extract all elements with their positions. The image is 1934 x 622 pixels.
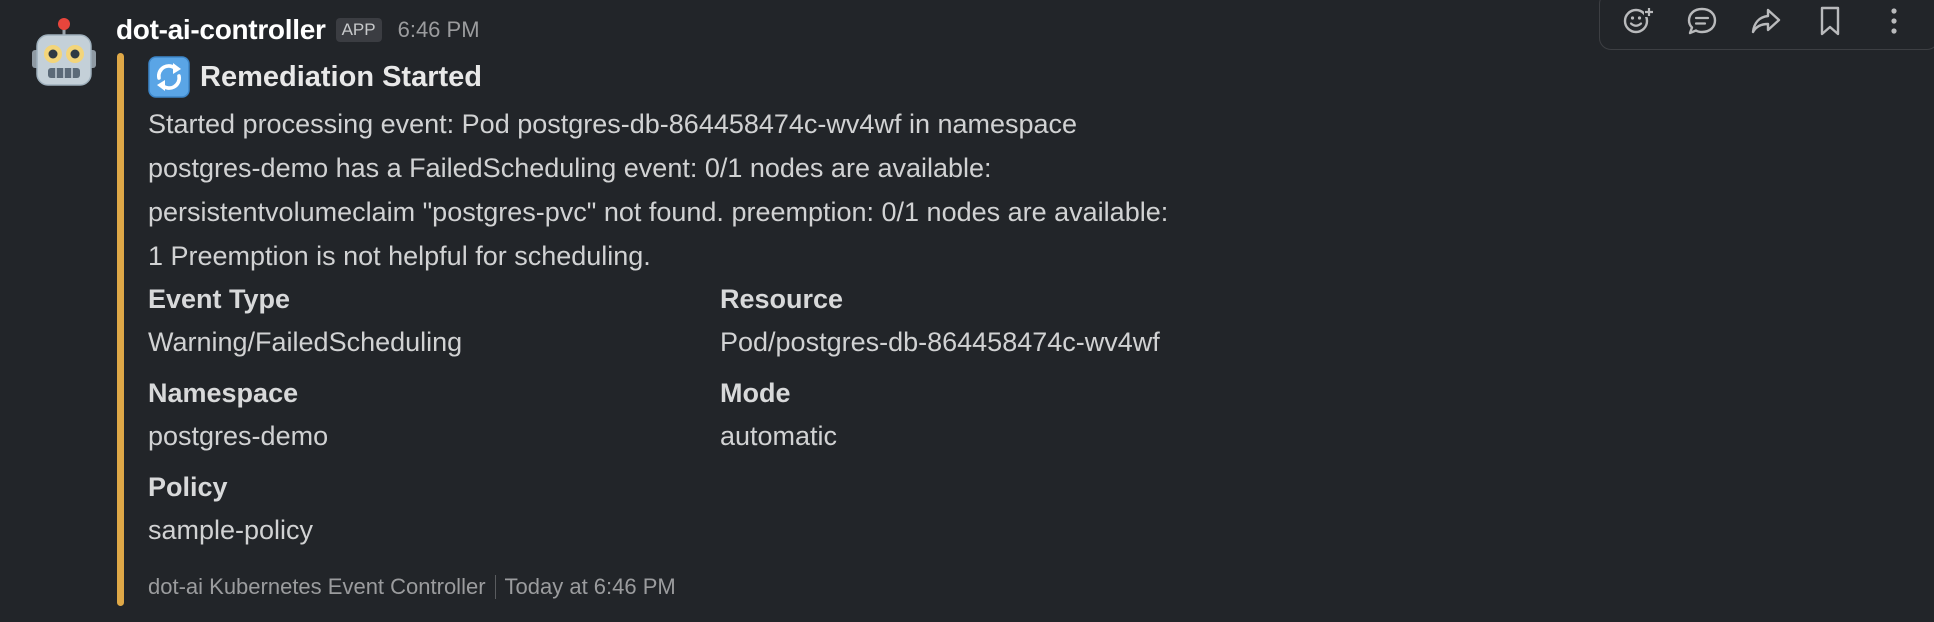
body-line: postgres-demo has a FailedScheduling eve…	[148, 153, 992, 183]
attachment-title-text: Remediation Started	[200, 60, 482, 93]
attachment-color-bar	[117, 53, 124, 606]
forward-button[interactable]	[1746, 1, 1786, 41]
footer-source: dot-ai Kubernetes Event Controller	[148, 574, 486, 599]
sender-name[interactable]: dot-ai-controller	[116, 14, 326, 46]
field-mode: Mode automatic	[720, 372, 1320, 458]
field-value: postgres-demo	[148, 421, 329, 451]
robot-face-icon[interactable]	[30, 16, 98, 88]
field-title: Mode	[720, 378, 791, 408]
arrows-counterclockwise-icon	[148, 56, 190, 98]
body-line: persistentvolumeclaim "postgres-pvc" not…	[148, 197, 1169, 227]
field-title: Policy	[148, 472, 228, 502]
field-resource: Resource Pod/postgres-db-864458474c-wv4w…	[720, 278, 1320, 364]
field-namespace: Namespace postgres-demo	[148, 372, 720, 458]
reply-thread-button[interactable]	[1682, 1, 1722, 41]
more-actions-button[interactable]	[1874, 1, 1914, 41]
app-badge: APP	[335, 18, 382, 42]
footer-divider	[494, 575, 496, 599]
field-value: Warning/FailedScheduling	[148, 327, 463, 357]
save-bookmark-button[interactable]	[1810, 1, 1850, 41]
field-value: automatic	[720, 421, 838, 451]
add-reaction-button[interactable]	[1618, 1, 1658, 41]
field-title: Resource	[720, 284, 844, 314]
field-policy: Policy sample-policy	[148, 466, 720, 552]
message: dot-ai-controller APP 6:46 PM Remediatio…	[0, 0, 1934, 622]
share-forward-icon	[1751, 8, 1781, 34]
add-reaction-icon	[1623, 7, 1654, 34]
field-title: Event Type	[148, 284, 291, 314]
attachment-body: Started processing event: Pod postgres-d…	[148, 102, 1288, 278]
message-timestamp[interactable]: 6:46 PM	[398, 17, 480, 43]
attachment-title: Remediation Started	[148, 56, 1348, 98]
attachment: Remediation Started Started processing e…	[148, 56, 1348, 600]
field-value: sample-policy	[148, 515, 314, 545]
field-value: Pod/postgres-db-864458474c-wv4wf	[720, 327, 1160, 357]
body-line: 1 Preemption is not helpful for scheduli…	[148, 241, 651, 271]
message-actions-toolbar	[1599, 0, 1934, 50]
attachment-footer: dot-ai Kubernetes Event Controller Today…	[148, 574, 1348, 600]
footer-timestamp[interactable]: Today at 6:46 PM	[505, 574, 676, 600]
reply-thread-icon	[1687, 7, 1717, 35]
attachment-fields: Event Type Warning/FailedScheduling Reso…	[148, 278, 1348, 552]
bookmark-icon	[1820, 6, 1840, 36]
body-line: Started processing event: Pod postgres-d…	[148, 109, 1078, 139]
field-event-type: Event Type Warning/FailedScheduling	[148, 278, 720, 364]
message-header: dot-ai-controller APP 6:46 PM	[116, 14, 480, 46]
more-vertical-icon	[1891, 8, 1897, 34]
field-title: Namespace	[148, 378, 299, 408]
